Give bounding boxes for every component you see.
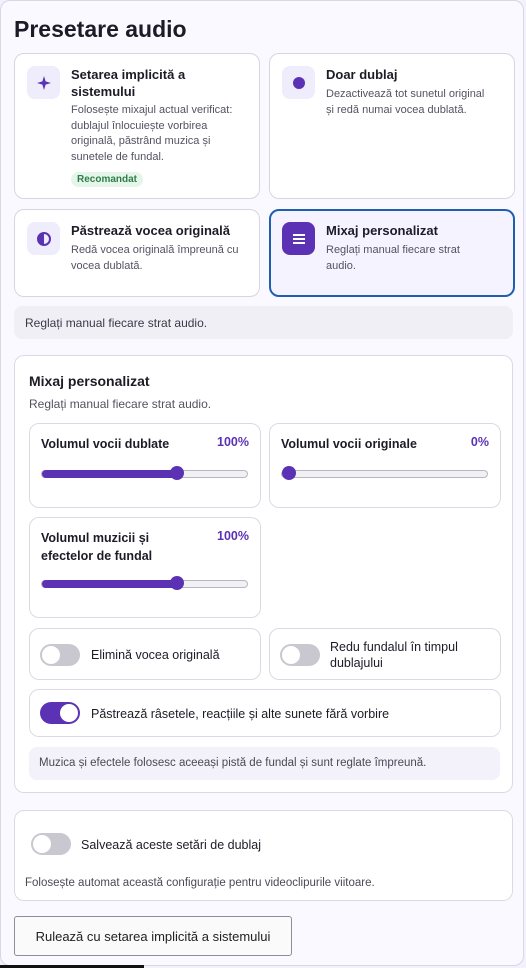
preset-title: Păstrează vocea originală [71, 223, 230, 238]
slider-value: 100% [217, 435, 249, 449]
audio-preset-panel: Presetare audio Setarea implicită a sist… [0, 0, 524, 966]
save-settings-label: Salvează aceste setări de dublaj [81, 838, 261, 852]
section-subtitle: Reglați manual fiecare strat audio. [29, 397, 212, 411]
save-settings-card: Salvează aceste setări de dublaj Foloseș… [14, 810, 513, 901]
preset-card-dub-only[interactable]: Doar dublaj Dezactivează tot sunetul ori… [269, 53, 515, 199]
toggle-label: Păstrează râsetele, reacțiile și alte su… [91, 707, 390, 721]
duck-background-option: Redu fundalul în timpul dublajului [269, 628, 501, 680]
slider-thumb[interactable] [282, 466, 296, 480]
custom-mix-section: Mixaj personalizat Reglați manual fiecar… [14, 355, 513, 793]
preset-description: Reglați manual fiecare strat audio. [326, 244, 460, 272]
dubbed-voice-slider[interactable] [41, 466, 248, 480]
sparkle-icon [27, 66, 60, 99]
slider-thumb[interactable] [170, 466, 184, 480]
slider-thumb[interactable] [170, 576, 184, 590]
slider-value: 0% [470, 435, 489, 449]
section-title: Mixaj personalizat [29, 373, 150, 389]
keep-nonspeech-sounds-option: Păstrează râsetele, reacțiile și alte su… [29, 689, 501, 737]
save-settings-toggle[interactable] [31, 833, 71, 855]
background-volume-control: Volumul muzicii și efectelor de fundal 1… [29, 517, 261, 618]
remove-original-voice-option: Elimină vocea originală [29, 628, 261, 680]
preset-info-text: Reglați manual fiecare strat audio. [14, 306, 513, 339]
preset-card-keep-original[interactable]: Păstrează vocea originală Redă vocea ori… [14, 209, 260, 297]
slider-label: Volumul muzicii și efectelor de fundal [41, 531, 153, 563]
preset-description: Folosește mixajul actual verificat: dubl… [71, 104, 233, 163]
duck-background-toggle[interactable] [280, 644, 320, 666]
preset-card-custom-mix[interactable]: Mixaj personalizat Reglați manual fiecar… [269, 209, 515, 297]
slider-label: Volumul vocii originale [281, 437, 417, 451]
original-voice-slider[interactable] [281, 466, 488, 480]
half-circle-icon [27, 222, 60, 255]
original-voice-volume-control: Volumul vocii originale 0% [269, 423, 501, 508]
toggle-label: Redu fundalul în timpul dublajului [330, 640, 458, 670]
preset-card-system-default[interactable]: Setarea implicită a sistemului Folosește… [14, 53, 260, 199]
keep-nonspeech-sounds-toggle[interactable] [40, 702, 80, 724]
list-icon [282, 222, 315, 255]
remove-original-voice-toggle[interactable] [40, 644, 80, 666]
slider-value: 100% [217, 529, 249, 543]
preset-description: Dezactivează tot sunetul original și red… [326, 88, 485, 116]
toggle-label: Elimină vocea originală [91, 648, 220, 662]
dot-icon [282, 66, 315, 99]
save-settings-description: Folosește automat această configurație p… [25, 877, 375, 889]
recommended-badge: Recomandat [71, 172, 144, 187]
run-system-default-button[interactable]: Rulează cu setarea implicită a sistemulu… [14, 916, 292, 956]
background-slider[interactable] [41, 576, 248, 590]
page-title: Presetare audio [14, 16, 187, 42]
preset-title: Mixaj personalizat [326, 223, 438, 238]
preset-description: Redă vocea originală împreună cu vocea d… [71, 244, 239, 272]
dubbed-voice-volume-control: Volumul vocii dublate 100% [29, 423, 261, 508]
preset-title: Doar dublaj [326, 67, 398, 82]
background-track-note: Muzica și efectele folosesc aceeași pist… [29, 747, 500, 780]
slider-label: Volumul vocii dublate [41, 437, 170, 451]
preset-title: Setarea implicită a sistemului [71, 67, 186, 99]
